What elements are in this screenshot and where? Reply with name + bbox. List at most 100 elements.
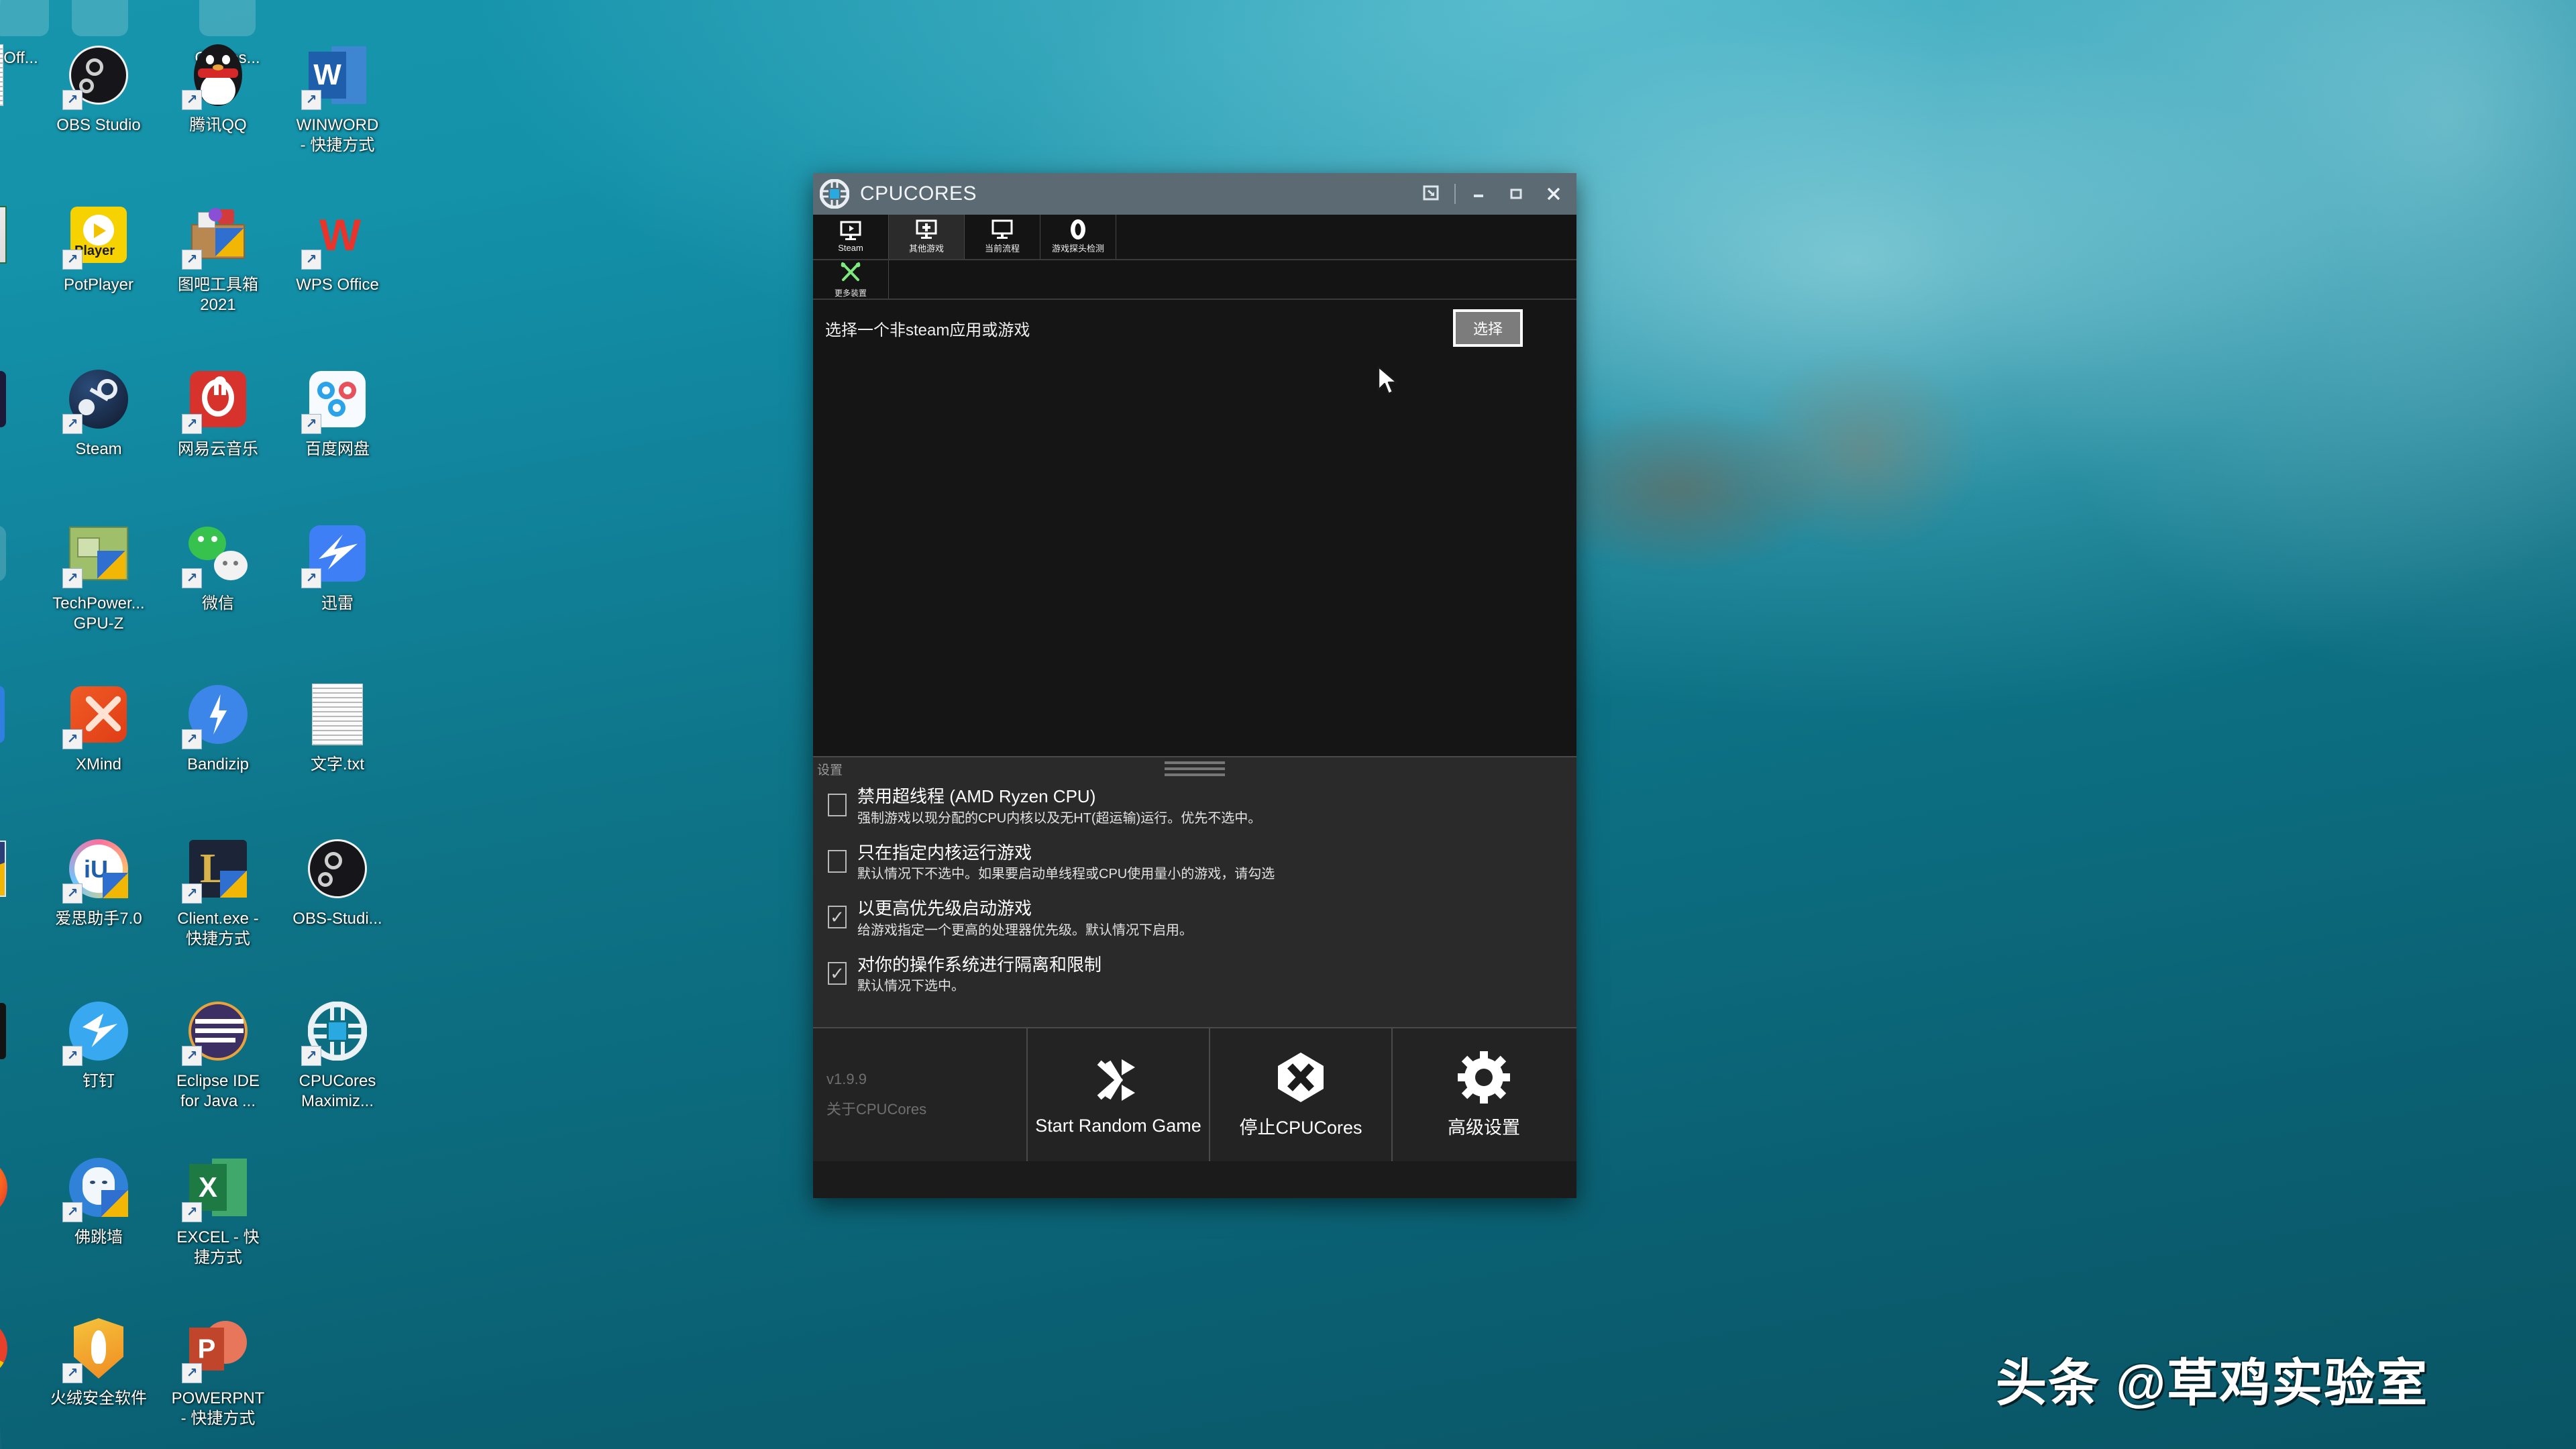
tab-other-games[interactable]: 其他游戏 (889, 215, 965, 259)
close-button[interactable] (1535, 179, 1572, 209)
window-titlebar[interactable]: CPUCORES (813, 173, 1576, 215)
tab-steam[interactable]: Steam (813, 215, 889, 259)
desktop-icon-label: Bandizip (186, 755, 250, 773)
tab-label: Steam (838, 243, 863, 253)
button-label: 高级设置 (1448, 1117, 1520, 1138)
desktop-icon-label: 图吧工具箱 2021 (178, 276, 258, 314)
setting-row[interactable]: ✓ 以更高优先级启动游戏 给游戏指定一个更高的处理器优先级。默认情况下启用。 (813, 895, 1576, 939)
window-title: CPUCORES (860, 182, 977, 205)
desktop-icon-text-file-icon[interactable]: 文字.txt (278, 681, 397, 775)
desktop-icon-cpucores-icon[interactable]: CPUCores Maximiz... (278, 998, 397, 1112)
powerpoint-icon: P (182, 1315, 252, 1383)
desktop-icon-powerpoint-icon[interactable]: P POWERPNT - 快捷方式 (158, 1315, 278, 1429)
desktop-icon-app-icon[interactable]: Gmes her (0, 998, 38, 1112)
desktop-icon-xmind-icon[interactable]: XMind (39, 681, 158, 775)
desktop-icon-word-icon[interactable]: W WINWORD - 快捷方式 (278, 42, 397, 156)
desktop-icon-lol-client-icon[interactable]: L Client.exe - 快捷方式 (158, 835, 278, 949)
desktop-icon-dingtalk-icon[interactable]: 钉钉 (39, 998, 158, 1091)
bandizip-icon (182, 681, 252, 749)
main-tabbar[interactable]: Steam 其他游戏 当前流程 游戏探头检测 (813, 215, 1576, 260)
desktop-icon-tuba-toolbox-icon[interactable]: 图吧工具箱 2021 (158, 201, 278, 315)
desktop-icon-fotiaoqiang-icon[interactable]: 佛跳墙 (39, 1154, 158, 1248)
desktop-icon-wps-office-icon[interactable]: W WPS Office (278, 201, 397, 295)
desktop-icon-gta-v-icon[interactable]: VTheft V (0, 201, 38, 315)
desktop-icon-potplayer-icon[interactable]: Player PotPlayer (39, 201, 158, 295)
desktop-icon-label: CPUCores Maximiz... (299, 1072, 376, 1110)
cpucores-window[interactable]: CPUCORES Steam 其他游戏 当前流程 游戏探头检测 更多装置 选择一… (813, 173, 1576, 1198)
desktop-icon-gpuz-icon[interactable]: TechPower... GPU-Z (39, 520, 158, 634)
desktop-icon-aisi-helper-icon[interactable]: iU 爱思助手7.0 (39, 835, 158, 929)
setting-row[interactable]: ✓ 对你的操作系统进行隔离和限制 默认情况下选中。 (813, 951, 1576, 996)
desktop-icon-eclipse-icon[interactable]: Eclipse IDE for Java ... (158, 998, 278, 1112)
shortcut-arrow-icon (182, 414, 202, 434)
desktop-icon-app-icon[interactable]: ding tor (0, 366, 38, 480)
setting-row[interactable]: 禁用超线程 (AMD Ryzen CPU) 强制游戏以现分配的CPU内核以及无H… (813, 783, 1576, 827)
shortcut-arrow-icon (182, 568, 202, 588)
monitor-plus-icon (915, 219, 938, 239)
about-link[interactable]: 关于CPUCores (826, 1097, 1026, 1119)
settings-header: 设置 (813, 757, 1576, 783)
checkbox-run-on-assigned-cores-only[interactable] (828, 849, 847, 873)
desktop-icon-obs-studio-icon[interactable]: OBS-Studi... (278, 835, 397, 929)
monitor-play-icon (839, 221, 862, 241)
desktop-icon-app-icon[interactable]: 作. d (0, 520, 38, 634)
tab-more-tools[interactable]: 更多装置 (813, 260, 889, 299)
desktop-icon-tencent-qq-icon[interactable]: 腾讯QQ (158, 42, 278, 136)
desktop-icon-wechat-icon[interactable]: 微信 (158, 520, 278, 614)
gpuz-icon (62, 520, 132, 588)
checkbox-higher-priority[interactable]: ✓ (828, 906, 847, 928)
tab-label: 其他游戏 (908, 244, 944, 254)
secondary-tabbar[interactable]: 更多装置 (813, 260, 1576, 300)
excel-icon: X (182, 1154, 252, 1222)
start-random-game-button[interactable]: Start Random Game (1028, 1028, 1210, 1161)
desktop-icon-document-icon[interactable]: 2 (0, 42, 38, 136)
checkbox-isolate-os[interactable]: ✓ (828, 961, 847, 985)
desktop-icon-firefox-icon[interactable]: ox (0, 1154, 38, 1248)
lol-client-icon: L (182, 835, 252, 904)
steam-icon (62, 366, 132, 434)
stop-cpucores-button[interactable]: 停止CPUCores (1210, 1028, 1393, 1161)
shortcut-arrow-icon (301, 414, 321, 434)
shortcut-arrow-icon (62, 414, 83, 434)
rockstar-games-icon (194, 0, 261, 42)
desktop-icon-netease-music-icon[interactable]: 网易云音乐 (158, 366, 278, 460)
minimize-button[interactable] (1460, 179, 1497, 209)
cpucores-logo-icon (819, 178, 850, 209)
advanced-settings-button[interactable]: 高级设置 (1393, 1028, 1575, 1161)
shortcut-arrow-icon (182, 1202, 202, 1222)
checkbox-disable-hyperthreading[interactable] (828, 794, 847, 816)
xmind-icon (62, 681, 132, 749)
setting-description: 默认情况下不选中。如果要启动单线程或CPU使用量小的游戏，请勾选 (857, 867, 1275, 881)
setting-description: 给游戏指定一个更高的处理器优先级。默认情况下启用。 (857, 922, 1193, 938)
desktop-icon-excel-icon[interactable]: X EXCEL - 快 捷方式 (158, 1154, 278, 1268)
setting-row[interactable]: 只在指定内核运行游戏 默认情况下不选中。如果要启动单线程或CPU使用量小的游戏，… (813, 839, 1576, 883)
tuba-toolbox-icon (182, 201, 252, 270)
zip-file-icon (0, 681, 11, 748)
desktop-icon-bandizip-icon[interactable]: Bandizip (158, 681, 278, 775)
tab-current-process[interactable]: 当前流程 (965, 215, 1040, 259)
desktop-icon-chrome-icon[interactable]: le me (0, 1315, 38, 1429)
desktop-icon-app-icon[interactable]: e h... (0, 835, 38, 949)
shortcut-arrow-icon (182, 1363, 202, 1383)
pick-app-button[interactable]: 选择 (1452, 309, 1523, 347)
desktop-icon-obs-studio-icon[interactable]: OBS Studio (39, 42, 158, 136)
pick-app-label: 选择一个非steam应用或游戏 (825, 321, 1030, 339)
restore-down-button[interactable] (1413, 179, 1450, 209)
desktop-icon-label: Steam (75, 440, 122, 458)
desktop-icon-huorong-icon[interactable]: 火绒安全软件 (39, 1315, 158, 1409)
desktop-icon-label: 火绒安全软件 (50, 1389, 147, 1407)
desktop-icon-baidu-netdisk-icon[interactable]: 百度网盘 (278, 366, 397, 460)
desktop-icon-thunder-icon[interactable]: 迅雷 (278, 520, 397, 614)
desktop-icon-steam-icon[interactable]: Steam (39, 366, 158, 460)
maximize-button[interactable] (1497, 179, 1535, 209)
desktop-icon-label: PotPlayer (63, 276, 134, 294)
desktop-icon-label: 微信 (202, 594, 234, 612)
button-label: Start Random Game (1035, 1115, 1201, 1136)
tab-game-probe-detect[interactable]: 游戏探头检测 (1040, 215, 1116, 259)
shuffle-icon (1092, 1054, 1144, 1106)
bottom-action-bar: v1.9.9 关于CPUCores Start Random Game 停止CP… (813, 1027, 1576, 1161)
desktop-icon-zip-file-icon[interactable]: .zip (0, 681, 38, 775)
version-info-cell: v1.9.9 关于CPUCores (813, 1028, 1028, 1161)
drag-grip-icon[interactable] (1165, 761, 1225, 780)
tab-label: 更多装置 (834, 288, 867, 298)
